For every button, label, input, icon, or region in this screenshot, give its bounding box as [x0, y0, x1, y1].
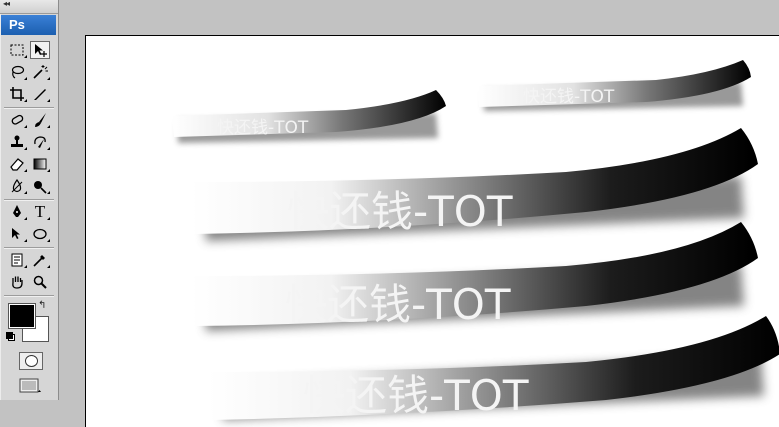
document-canvas[interactable]: 快还钱-TOT 快还钱-TOT 快还钱-TOT 快还钱-TOT 快还钱-TOT [85, 35, 779, 427]
panel-grip[interactable]: ◂◂ [0, 0, 58, 14]
brush-stroke-text-2: 快还钱-TOT [523, 87, 615, 107]
zoom-tool-icon[interactable] [30, 273, 50, 291]
magic-wand-tool-icon[interactable] [30, 63, 50, 81]
swap-colors-icon[interactable]: ↰ [38, 300, 46, 311]
default-colors-icon[interactable] [6, 332, 15, 341]
quick-mask-button[interactable] [19, 352, 43, 370]
eraser-tool-icon[interactable] [7, 155, 27, 173]
brush-tool-icon[interactable] [30, 111, 50, 129]
path-selection-tool-icon[interactable] [7, 225, 27, 243]
brush-stroke-large-2: 快还钱-TOT [191, 222, 758, 331]
marquee-tool-icon[interactable] [7, 41, 27, 59]
tools-panel: ◂◂ Ps T ↰ [0, 0, 59, 400]
screen-mode-button[interactable] [19, 378, 41, 394]
blur-tool-icon[interactable] [7, 177, 27, 195]
healing-brush-tool-icon[interactable] [7, 111, 27, 129]
clone-stamp-tool-icon[interactable] [7, 133, 27, 151]
brush-stroke-small-2: 快还钱-TOT [478, 60, 751, 111]
ellipse-tool-icon[interactable] [30, 225, 50, 243]
notes-tool-icon[interactable] [7, 251, 27, 269]
gradient-tool-icon[interactable] [30, 155, 50, 173]
brush-stroke-large-3: 快还钱-TOT [208, 316, 779, 420]
grip-dots-icon: ◂◂ [3, 0, 10, 8]
brush-stroke-text-3: 快还钱-TOT [287, 187, 513, 236]
lasso-tool-icon[interactable] [7, 63, 27, 81]
photoshop-logo[interactable]: Ps [1, 15, 56, 35]
type-tool-glyph: T [34, 202, 46, 221]
brush-stroke-text-5: 快还钱-TOT [303, 371, 529, 420]
foreground-color-swatch[interactable] [8, 303, 36, 329]
move-tool-icon[interactable] [30, 41, 50, 59]
brush-stroke-large-1: 快还钱-TOT [191, 128, 758, 241]
brush-stroke-text-4: 快还钱-TOT [285, 280, 511, 329]
pen-tool-icon[interactable] [7, 203, 27, 221]
dodge-tool-icon[interactable] [30, 177, 50, 195]
eyedropper-tool-icon[interactable] [30, 251, 50, 269]
canvas-artwork: 快还钱-TOT 快还钱-TOT 快还钱-TOT 快还钱-TOT 快还钱-TOT [172, 60, 779, 420]
crop-tool-icon[interactable] [7, 85, 27, 103]
type-tool-icon[interactable]: T [30, 203, 50, 221]
slice-tool-icon[interactable] [30, 85, 50, 103]
brush-stroke-text-1: 快还钱-TOT [217, 118, 309, 138]
brush-stroke-small-1: 快还钱-TOT [172, 90, 446, 143]
hand-tool-icon[interactable] [7, 273, 27, 291]
history-brush-tool-icon[interactable] [30, 133, 50, 151]
